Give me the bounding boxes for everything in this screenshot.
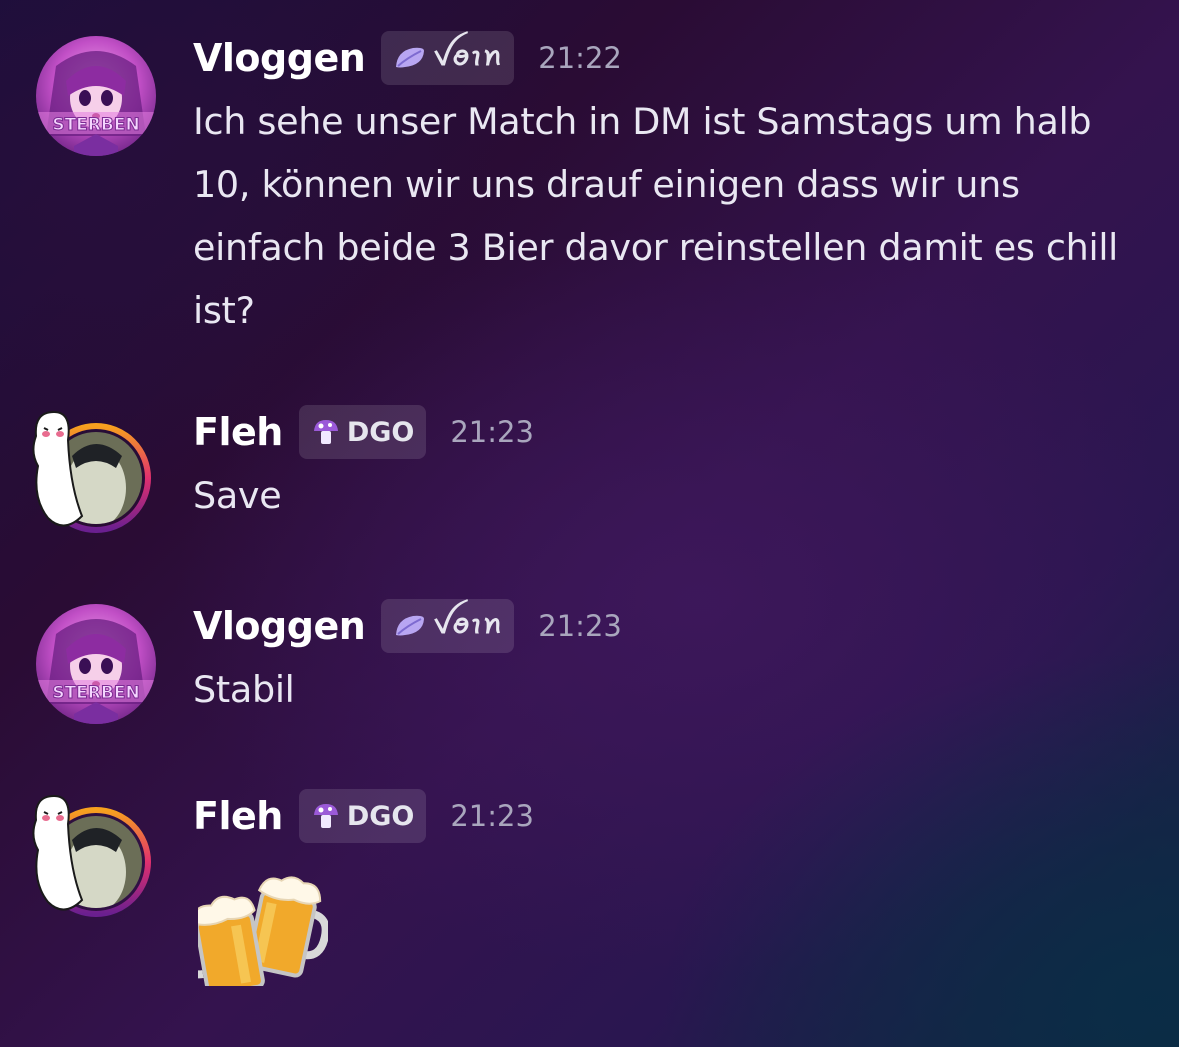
- timestamp: 21:23: [538, 609, 622, 643]
- lavender-leaf-icon: [393, 45, 427, 71]
- message-header: Fleh DGO 21:23: [193, 404, 534, 460]
- message-header: Fleh DGO 21:23: [193, 788, 534, 844]
- server-tag-label: ꪜꪮꪱꪀ: [433, 608, 503, 640]
- username[interactable]: Vloggen: [193, 36, 366, 80]
- svg-text:STERBEN: STERBEN: [52, 115, 139, 135]
- svg-text:STERBEN: STERBEN: [52, 683, 139, 703]
- purple-mushroom-icon: [311, 801, 341, 831]
- message-header: Vloggen ꪜꪮꪱꪀ 21:22: [193, 30, 622, 86]
- username[interactable]: Fleh: [193, 410, 283, 454]
- anime-girl-avatar-icon: STERBEN: [36, 36, 156, 156]
- chat-log: STERBEN Vloggen ꪜꪮꪱꪀ 21:22 Ich sehe unse…: [0, 0, 1179, 1047]
- server-tag-label: DGO: [346, 416, 415, 448]
- lavender-leaf-icon: [393, 613, 427, 639]
- avatar-vloggen[interactable]: STERBEN: [36, 604, 156, 724]
- message-header: Vloggen ꪜꪮꪱꪀ 21:23: [193, 598, 622, 654]
- server-tag[interactable]: DGO: [298, 789, 427, 843]
- avatar-fleh[interactable]: [32, 410, 156, 533]
- avatar-fleh[interactable]: [32, 794, 156, 917]
- server-tag-label: DGO: [346, 800, 415, 832]
- anime-girl-avatar-icon: STERBEN: [36, 604, 156, 724]
- beer-mugs-icon[interactable]: [198, 866, 328, 986]
- timestamp: 21:23: [450, 415, 534, 449]
- message-text: Save: [193, 474, 282, 517]
- username[interactable]: Vloggen: [193, 604, 366, 648]
- purple-mushroom-icon: [311, 417, 341, 447]
- message-text: Ich sehe unser Match in DM ist Samstags …: [193, 100, 1119, 332]
- server-tag-label: ꪜꪮꪱꪀ: [433, 40, 503, 72]
- username[interactable]: Fleh: [193, 794, 283, 838]
- penguin-ghost-avatar-icon: [32, 410, 151, 533]
- server-tag[interactable]: ꪜꪮꪱꪀ: [381, 599, 515, 653]
- avatar-vloggen[interactable]: STERBEN: [36, 36, 156, 156]
- server-tag[interactable]: ꪜꪮꪱꪀ: [381, 31, 515, 85]
- server-tag[interactable]: DGO: [298, 405, 427, 459]
- message-text: Stabil: [193, 668, 295, 711]
- timestamp: 21:23: [450, 799, 534, 833]
- timestamp: 21:22: [538, 41, 622, 75]
- penguin-ghost-avatar-icon: [32, 794, 151, 917]
